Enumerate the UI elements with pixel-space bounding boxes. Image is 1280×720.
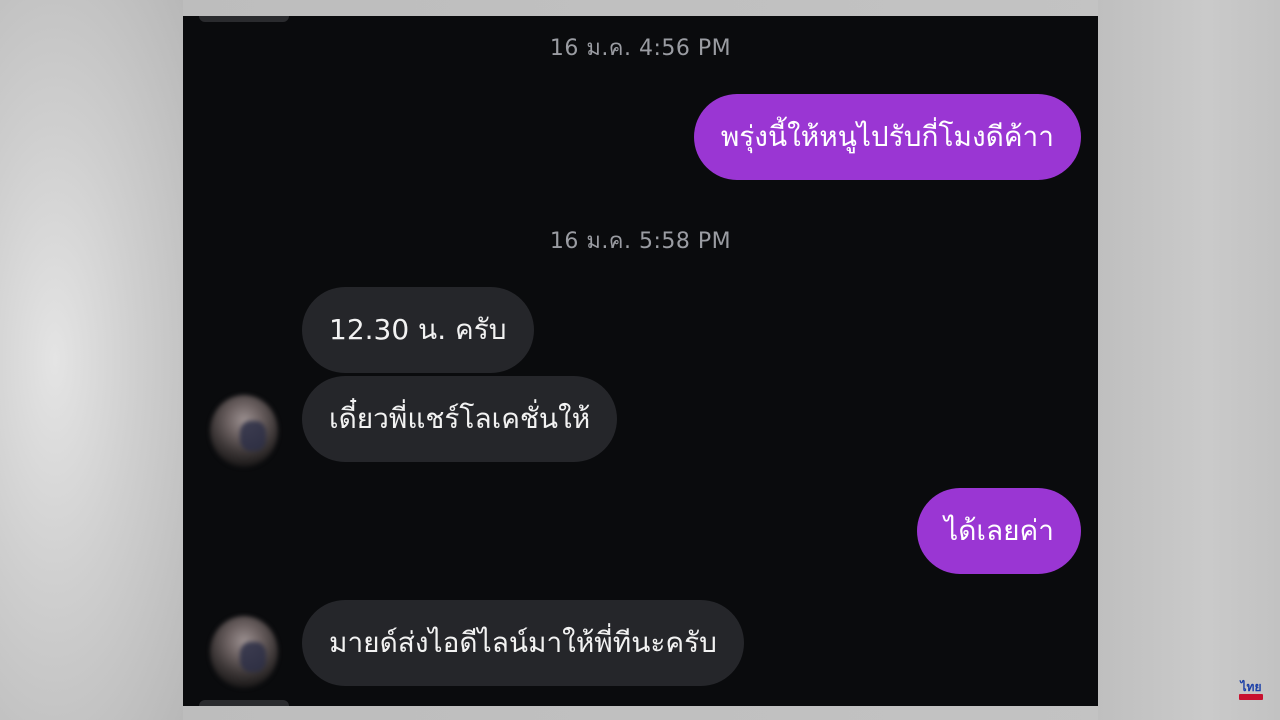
channel-logo-bar bbox=[1239, 693, 1263, 700]
received-message-bubble[interactable]: 12.30 น. ครับ bbox=[302, 287, 534, 373]
contact-avatar[interactable] bbox=[210, 616, 278, 688]
background-right bbox=[1098, 0, 1280, 720]
timestamp: 16 ม.ค. 4:56 PM bbox=[549, 36, 732, 61]
sent-message-bubble[interactable]: พรุ่งนี้ให้หนูไปรับกี่โมงดีค้าา bbox=[693, 94, 1081, 180]
timestamp: 16 ม.ค. 5:58 PM bbox=[549, 229, 732, 254]
channel-logo-watermark: ไทย bbox=[1238, 678, 1264, 702]
received-message-bubble[interactable]: เดี๋ยวพี่แชร์โลเคชั่นให้ bbox=[302, 376, 618, 462]
channel-logo-text: ไทย bbox=[1240, 679, 1262, 694]
chat-screen[interactable]: 16 ม.ค. 4:56 PM พรุ่งนี้ให้หนูไปรับกี่โม… bbox=[183, 16, 1098, 706]
contact-avatar[interactable] bbox=[210, 395, 278, 467]
sent-message-bubble[interactable]: ได้เลยค่า bbox=[917, 488, 1081, 574]
clipped-bubble-fragment bbox=[199, 16, 289, 22]
clipped-bubble-fragment bbox=[199, 700, 289, 706]
background-left bbox=[0, 0, 183, 720]
received-message-bubble[interactable]: มายด์ส่งไอดีไลน์มาให้พี่ทีนะครับ bbox=[302, 600, 744, 686]
